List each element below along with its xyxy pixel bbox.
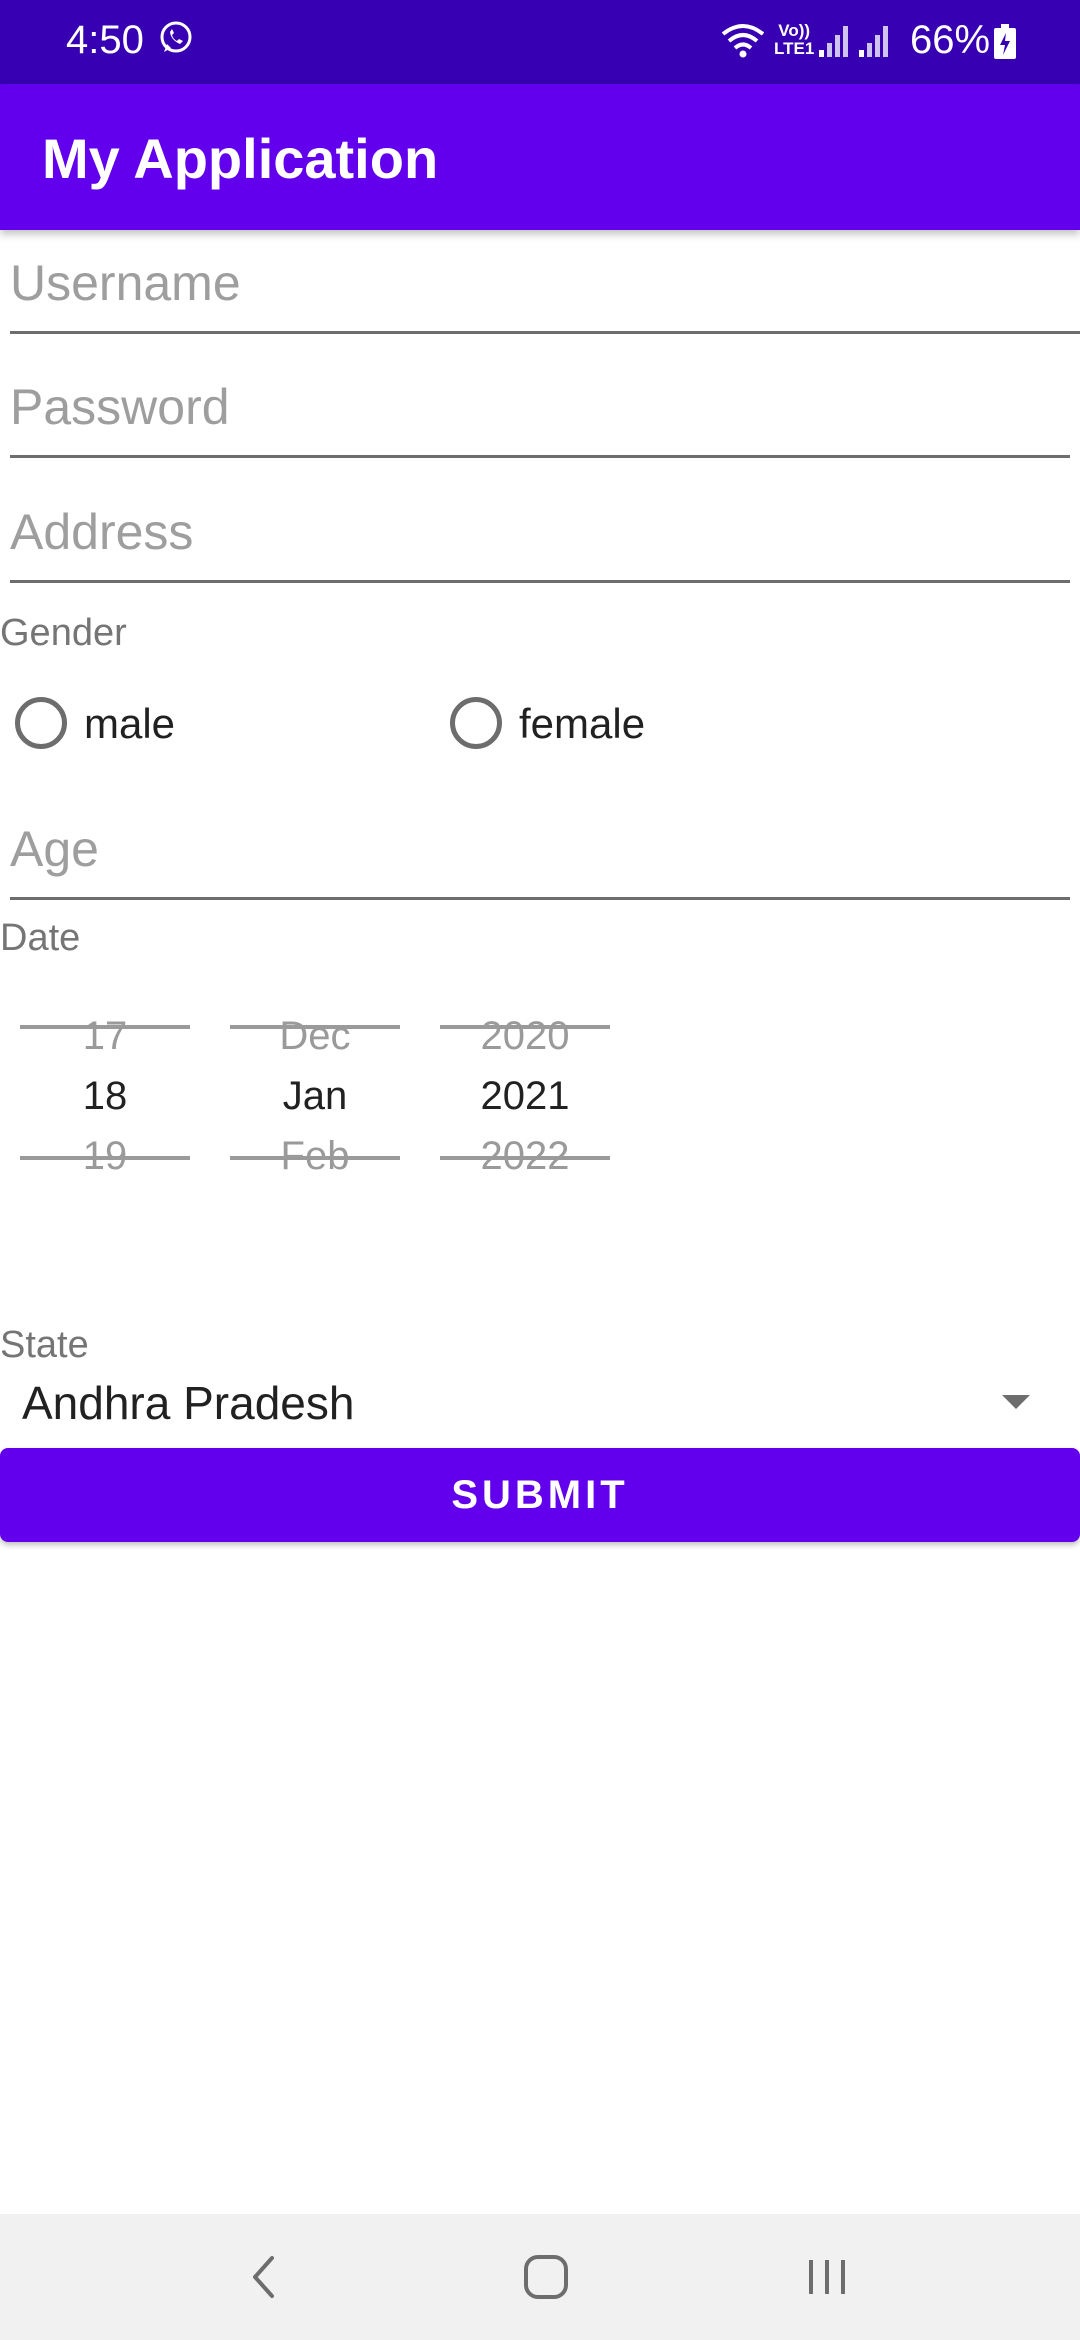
back-icon[interactable] xyxy=(248,2252,278,2307)
status-bar: 4:50 Vo)) LTE1 66% xyxy=(0,0,1080,84)
radio-female-circle[interactable] xyxy=(450,697,502,749)
password-placeholder: Password xyxy=(10,379,230,435)
volte-label-top: Vo)) xyxy=(778,21,811,40)
state-spinner-value[interactable]: Andhra Pradesh xyxy=(22,1376,354,1430)
username-field[interactable]: Username xyxy=(10,254,1080,334)
address-field[interactable]: Address xyxy=(10,503,1070,583)
year-picker[interactable]: 2020 2021 2022 xyxy=(440,1010,610,1178)
year-prev[interactable]: 2020 xyxy=(440,1014,610,1059)
month-prev[interactable]: Dec xyxy=(230,1014,400,1059)
day-selected[interactable]: 18 xyxy=(20,1074,190,1119)
battery-percentage: 66% xyxy=(910,18,991,62)
home-icon[interactable] xyxy=(521,2252,571,2307)
submit-button[interactable]: SUBMIT xyxy=(0,1448,1080,1542)
day-next[interactable]: 19 xyxy=(20,1134,190,1179)
signal-icon xyxy=(858,24,890,63)
dropdown-arrow-icon[interactable] xyxy=(1002,1395,1030,1409)
recents-icon[interactable] xyxy=(803,2252,853,2307)
gender-label: Gender xyxy=(0,612,127,654)
whatsapp-icon xyxy=(158,20,194,61)
volte-icon: Vo)) LTE1 xyxy=(774,22,814,58)
wifi-icon xyxy=(720,20,766,65)
navigation-bar xyxy=(0,2214,1080,2340)
status-time: 4:50 xyxy=(66,18,144,62)
app-bar: My Application xyxy=(0,84,1080,230)
day-picker[interactable]: 17 18 19 xyxy=(20,1010,190,1178)
radio-female-label[interactable]: female xyxy=(519,700,645,748)
day-prev[interactable]: 17 xyxy=(20,1014,190,1059)
radio-male-circle[interactable] xyxy=(15,697,67,749)
radio-male-label[interactable]: male xyxy=(84,700,175,748)
address-placeholder: Address xyxy=(10,504,194,560)
age-field[interactable]: Age xyxy=(10,820,1070,900)
year-next[interactable]: 2022 xyxy=(440,1134,610,1179)
picker-divider xyxy=(230,1025,400,1029)
battery-icon xyxy=(993,24,1017,65)
signal-icon xyxy=(818,24,850,63)
password-field[interactable]: Password xyxy=(10,378,1070,458)
age-placeholder: Age xyxy=(10,821,99,877)
month-picker[interactable]: Dec Jan Feb xyxy=(230,1010,400,1178)
picker-divider xyxy=(440,1025,610,1029)
picker-divider xyxy=(20,1025,190,1029)
submit-button-label[interactable]: SUBMIT xyxy=(451,1473,628,1518)
volte-label-bottom: LTE1 xyxy=(774,39,815,58)
year-selected[interactable]: 2021 xyxy=(440,1074,610,1119)
month-selected[interactable]: Jan xyxy=(230,1074,400,1119)
username-placeholder: Username xyxy=(10,255,241,311)
month-next[interactable]: Feb xyxy=(230,1134,400,1179)
state-label: State xyxy=(0,1324,89,1366)
date-label: Date xyxy=(0,917,81,959)
app-title: My Application xyxy=(42,127,439,190)
